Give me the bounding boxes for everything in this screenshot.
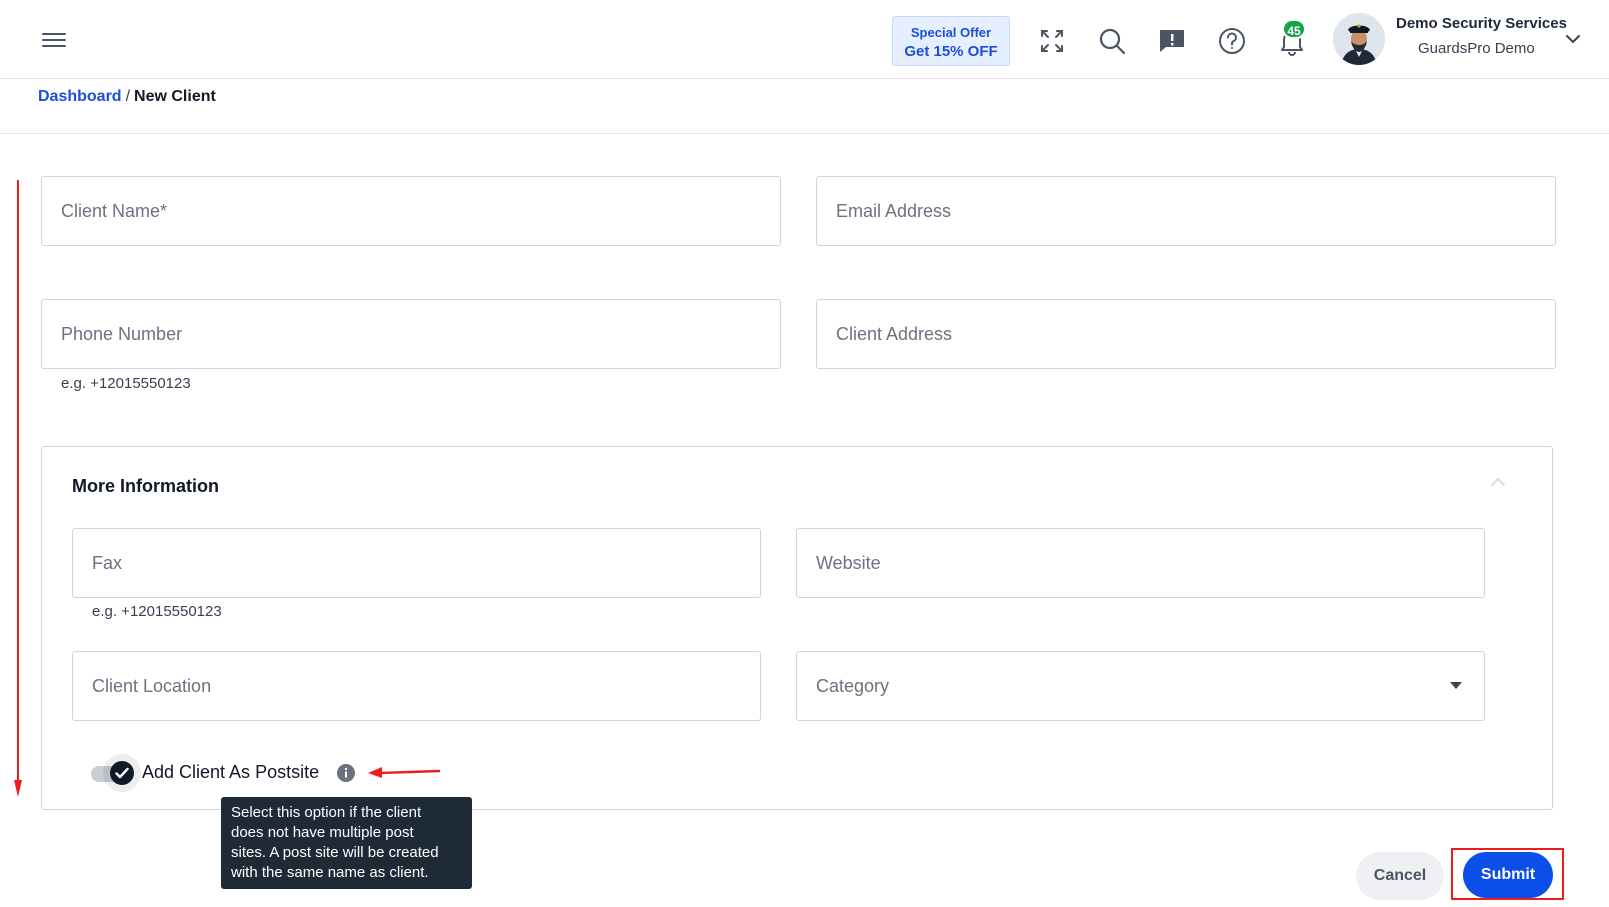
help-icon[interactable] <box>1216 25 1248 57</box>
hamburger-menu-icon[interactable] <box>42 30 66 50</box>
chevron-down-icon[interactable] <box>1563 29 1583 49</box>
avatar[interactable] <box>1333 13 1385 65</box>
category-placeholder: Category <box>816 676 890 696</box>
client-name-input[interactable]: Client Name* <box>41 176 781 246</box>
offer-discount: Get 15% OFF <box>904 43 998 60</box>
client-address-placeholder: Client Address <box>836 324 953 344</box>
client-address-input[interactable]: Client Address <box>816 299 1556 369</box>
phone-number-hint: e.g. +12015550123 <box>61 375 191 392</box>
add-client-as-postsite-toggle[interactable] <box>91 754 141 792</box>
postsite-toggle-label[interactable]: Add Client As Postsite <box>142 762 319 783</box>
user-organization: GuardsPro Demo <box>1418 40 1535 57</box>
search-icon[interactable] <box>1096 25 1128 57</box>
submit-highlight-annotation <box>1451 848 1564 900</box>
category-select[interactable]: Category <box>796 651 1485 721</box>
website-input[interactable]: Website <box>796 528 1485 598</box>
breadcrumb: Dashboard / New Client <box>38 88 216 106</box>
more-information-panel <box>41 446 1553 810</box>
tooltip-line: Select this option if the client <box>231 804 422 821</box>
website-placeholder: Website <box>816 553 881 573</box>
dropdown-arrow-icon <box>1450 682 1462 689</box>
fullscreen-icon[interactable] <box>1036 25 1068 57</box>
postsite-tooltip: Select this option if the client does no… <box>221 797 472 889</box>
notification-count-badge: 45 <box>1282 19 1306 39</box>
info-icon[interactable] <box>336 763 356 783</box>
fax-input[interactable]: Fax <box>72 528 761 598</box>
email-address-placeholder: Email Address <box>836 201 952 221</box>
chevron-up-icon[interactable] <box>1488 474 1508 490</box>
page: Special Offer Get 15% OFF 45 Demo Securi… <box>0 0 1609 907</box>
breadcrumb-dashboard-link[interactable]: Dashboard <box>38 88 122 105</box>
phone-number-input[interactable]: Phone Number <box>41 299 781 369</box>
feedback-icon[interactable] <box>1156 25 1188 57</box>
breadcrumb-bar: Dashboard / New Client <box>0 79 1609 134</box>
client-location-input[interactable]: Client Location <box>72 651 761 721</box>
client-location-placeholder: Client Location <box>92 676 212 696</box>
fax-placeholder: Fax <box>92 553 123 573</box>
checkmark-icon <box>110 761 134 785</box>
client-name-placeholder: Client Name* <box>61 201 168 221</box>
fax-hint: e.g. +12015550123 <box>92 603 222 620</box>
top-bar: Special Offer Get 15% OFF 45 Demo Securi… <box>0 0 1609 79</box>
tooltip-line: sites. A post site will be created <box>231 844 439 861</box>
phone-number-placeholder: Phone Number <box>61 324 183 344</box>
toggle-annotation-arrow <box>368 767 440 778</box>
breadcrumb-separator: / <box>125 88 131 105</box>
breadcrumb-current: New Client <box>134 88 216 105</box>
user-name: Demo Security Services <box>1396 15 1567 32</box>
special-offer-button[interactable]: Special Offer Get 15% OFF <box>892 16 1010 66</box>
more-information-title: More Information <box>72 476 219 496</box>
scroll-down-annotation-arrow <box>14 180 22 797</box>
tooltip-line: does not have multiple post <box>231 824 414 841</box>
tooltip-line: with the same name as client. <box>231 864 429 881</box>
offer-title: Special Offer <box>910 25 992 40</box>
email-address-input[interactable]: Email Address <box>816 176 1556 246</box>
cancel-button[interactable]: Cancel <box>1356 852 1444 900</box>
